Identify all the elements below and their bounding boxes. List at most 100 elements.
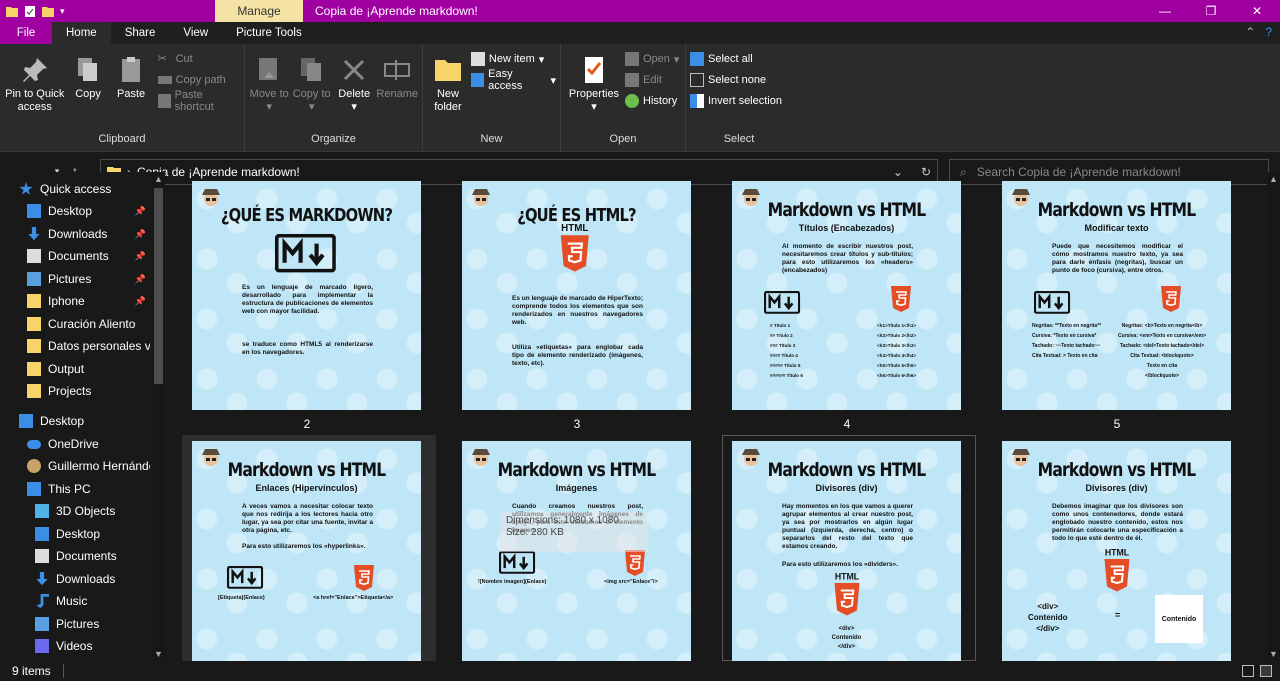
select-all-button[interactable]: Select all — [690, 50, 782, 68]
sidebar-item-label: Videos — [56, 639, 93, 653]
copy-button[interactable]: Copy — [68, 48, 109, 133]
thumbnail-label[interactable]: 4 — [732, 417, 962, 431]
sidebar-item-desktop[interactable]: Desktop 📌 — [0, 200, 150, 222]
sidebar-item-this-pc[interactable]: This PC — [0, 478, 150, 500]
pin-icon[interactable]: 📌 — [135, 229, 146, 240]
history-button[interactable]: History — [625, 92, 679, 110]
copy-path-button[interactable]: Copy path — [157, 71, 240, 89]
thumbnail-2[interactable]: ¿QUÉ ES MARKDOWN? Es un lenguaje de marca… — [192, 181, 421, 410]
sidebar-item-iphone[interactable]: Iphone 📌 — [0, 290, 150, 312]
sidebar-scroll-thumb[interactable] — [154, 188, 163, 384]
tab-manage[interactable]: Manage — [215, 0, 303, 22]
file-tooltip: Dimensions: 1080 x 1080 Size: 280 KB — [500, 512, 648, 552]
sidebar-item-curaci-n-aliento[interactable]: Curación Aliento — [0, 313, 150, 335]
thumbnail-label[interactable]: 5 — [1002, 417, 1232, 431]
scroll-up-icon[interactable]: ▲ — [152, 174, 165, 184]
select-none-button[interactable]: Select none — [690, 71, 782, 89]
tab-home[interactable]: Home — [52, 22, 111, 44]
new-folder-icon[interactable] — [42, 6, 54, 17]
sidebar-item-onedrive[interactable]: OneDrive — [0, 433, 150, 455]
delete-button[interactable]: Delete ▾ — [334, 48, 374, 133]
tab-file[interactable]: File — [0, 22, 52, 44]
sidebar-item-output[interactable]: Output — [0, 358, 150, 380]
thumbnail-7[interactable]: Markdown vs HTML Imágenes Cuando creamos n… — [462, 441, 691, 670]
paste-shortcut-button[interactable]: Paste shortcut — [157, 89, 240, 113]
thumbnail-5[interactable]: Markdown vs HTML Modificar texto Puede que… — [1002, 181, 1231, 410]
select-none-icon — [690, 73, 704, 87]
sidebar-item-3d-objects[interactable]: 3D Objects — [0, 500, 150, 522]
sidebar-item-downloads[interactable]: Downloads 📌 — [0, 223, 150, 245]
scroll-down-icon[interactable]: ▼ — [152, 649, 165, 659]
documents-icon — [35, 549, 49, 563]
slide-title: Markdown vs HTML — [227, 459, 386, 481]
copy-to-button[interactable]: Copy to ▾ — [291, 48, 331, 133]
sidebar-item-downloads[interactable]: Downloads — [0, 568, 150, 590]
thumbnail-9[interactable]: Markdown vs HTML Divisores (div) Debemos i… — [1002, 441, 1231, 670]
sidebar-item-projects[interactable]: Projects — [0, 380, 150, 402]
sidebar-item-music[interactable]: Music — [0, 590, 150, 612]
scroll-up-icon[interactable]: ▲ — [1267, 174, 1280, 184]
slide-text: Para esto utilizaremos los «dividers». — [782, 561, 898, 568]
sidebar-item-desktop[interactable]: Desktop — [0, 523, 150, 545]
clipboard-group: Pin to Quick access Copy Paste ✂ Cut Copy… — [0, 44, 245, 151]
open-button[interactable]: Open ▾ — [625, 50, 679, 68]
thumbnail-4[interactable]: Markdown vs HTML Títulos (Encabezados) Al … — [732, 181, 961, 410]
tab-share[interactable]: Share — [111, 22, 170, 44]
edit-button[interactable]: Edit — [625, 71, 679, 89]
pin-icon[interactable]: 📌 — [135, 296, 146, 307]
details-view-icon[interactable] — [1242, 665, 1254, 677]
item-count: 9 items — [12, 664, 51, 678]
collapse-ribbon-icon[interactable]: ⌃ — [1245, 25, 1255, 39]
pin-icon[interactable]: 📌 — [135, 251, 146, 262]
sidebar-scrollbar[interactable]: ▲ ▼ — [152, 172, 165, 661]
sidebar-item-pictures[interactable]: Pictures — [0, 613, 150, 635]
maximize-button[interactable]: ❐ — [1188, 0, 1234, 22]
tab-view[interactable]: View — [169, 22, 222, 44]
folder-icon — [27, 384, 41, 398]
slide-subtitle: Imágenes — [555, 483, 598, 493]
thumbnail-8[interactable]: Markdown vs HTML Divisores (div) Hay momen… — [732, 441, 961, 670]
thumbnail-label[interactable]: 3 — [462, 417, 692, 431]
pin-icon — [22, 58, 47, 82]
thumbnail-3[interactable]: ¿QUÉ ES HTML? HTML Es un lenguaje de marca… — [462, 181, 691, 410]
slide-text: Al momento de escribir nuestros post, ne… — [782, 243, 913, 274]
paste-button[interactable]: Paste — [111, 48, 152, 133]
slide-title: ¿QUÉ ES HTML? — [517, 205, 636, 226]
move-to-button[interactable]: Move to ▾ — [249, 48, 289, 133]
new-item-button[interactable]: New item ▾ — [470, 50, 556, 68]
sidebar-item-quick-access[interactable]: Quick access — [0, 178, 150, 200]
markdown-icon — [498, 550, 536, 577]
scroll-down-icon[interactable]: ▼ — [1267, 649, 1280, 659]
music-icon — [36, 594, 49, 608]
sidebar-item-pictures[interactable]: Pictures 📌 — [0, 268, 150, 290]
navigation-pane: ▲ ▼ Quick access Desktop 📌 Downloads 📌 Docume… — [0, 172, 165, 661]
properties-button[interactable]: Properties ▾ — [565, 48, 623, 133]
rename-button[interactable]: Rename — [376, 48, 418, 133]
new-folder-button[interactable]: New folder — [427, 48, 469, 133]
chevron-down-icon[interactable]: ▾ — [60, 6, 65, 17]
close-button[interactable]: ✕ — [1234, 0, 1280, 22]
thumbnail-label[interactable]: 2 — [192, 417, 422, 431]
help-icon[interactable]: ? — [1265, 25, 1272, 39]
properties-icon[interactable] — [24, 5, 36, 17]
thumbnail-6[interactable]: Markdown vs HTML Enlaces (Hipervínculos) A… — [192, 441, 421, 670]
sidebar-item-guillermo-hern-nde[interactable]: Guillermo Hernánde — [0, 455, 150, 477]
large-icons-view-icon[interactable] — [1260, 665, 1272, 677]
invert-selection-button[interactable]: Invert selection — [690, 92, 782, 110]
sidebar-item-videos[interactable]: Videos — [0, 635, 150, 657]
pin-icon[interactable]: 📌 — [135, 274, 146, 285]
pin-icon[interactable]: 📌 — [135, 206, 146, 217]
cut-button[interactable]: ✂ Cut — [158, 50, 240, 68]
sidebar-item-documents[interactable]: Documents — [0, 545, 150, 567]
tab-picture-tools[interactable]: Picture Tools — [222, 22, 316, 44]
easy-access-button[interactable]: Easy access ▾ — [470, 68, 556, 92]
minimize-button[interactable]: — — [1142, 0, 1188, 22]
content-scrollbar[interactable]: ▲ ▼ — [1267, 172, 1280, 661]
sidebar-item-documents[interactable]: Documents 📌 — [0, 245, 150, 267]
pin-quick-access-button[interactable]: Pin to Quick access — [4, 48, 66, 133]
documents-icon — [27, 249, 41, 263]
sidebar-item-desktop[interactable]: Desktop — [0, 410, 150, 432]
slide-text: <img src="Enlace"/> — [604, 579, 658, 585]
sidebar-item-datos-personales-vit[interactable]: Datos personales vit — [0, 335, 150, 357]
sidebar-item-label: Quick access — [40, 182, 112, 196]
